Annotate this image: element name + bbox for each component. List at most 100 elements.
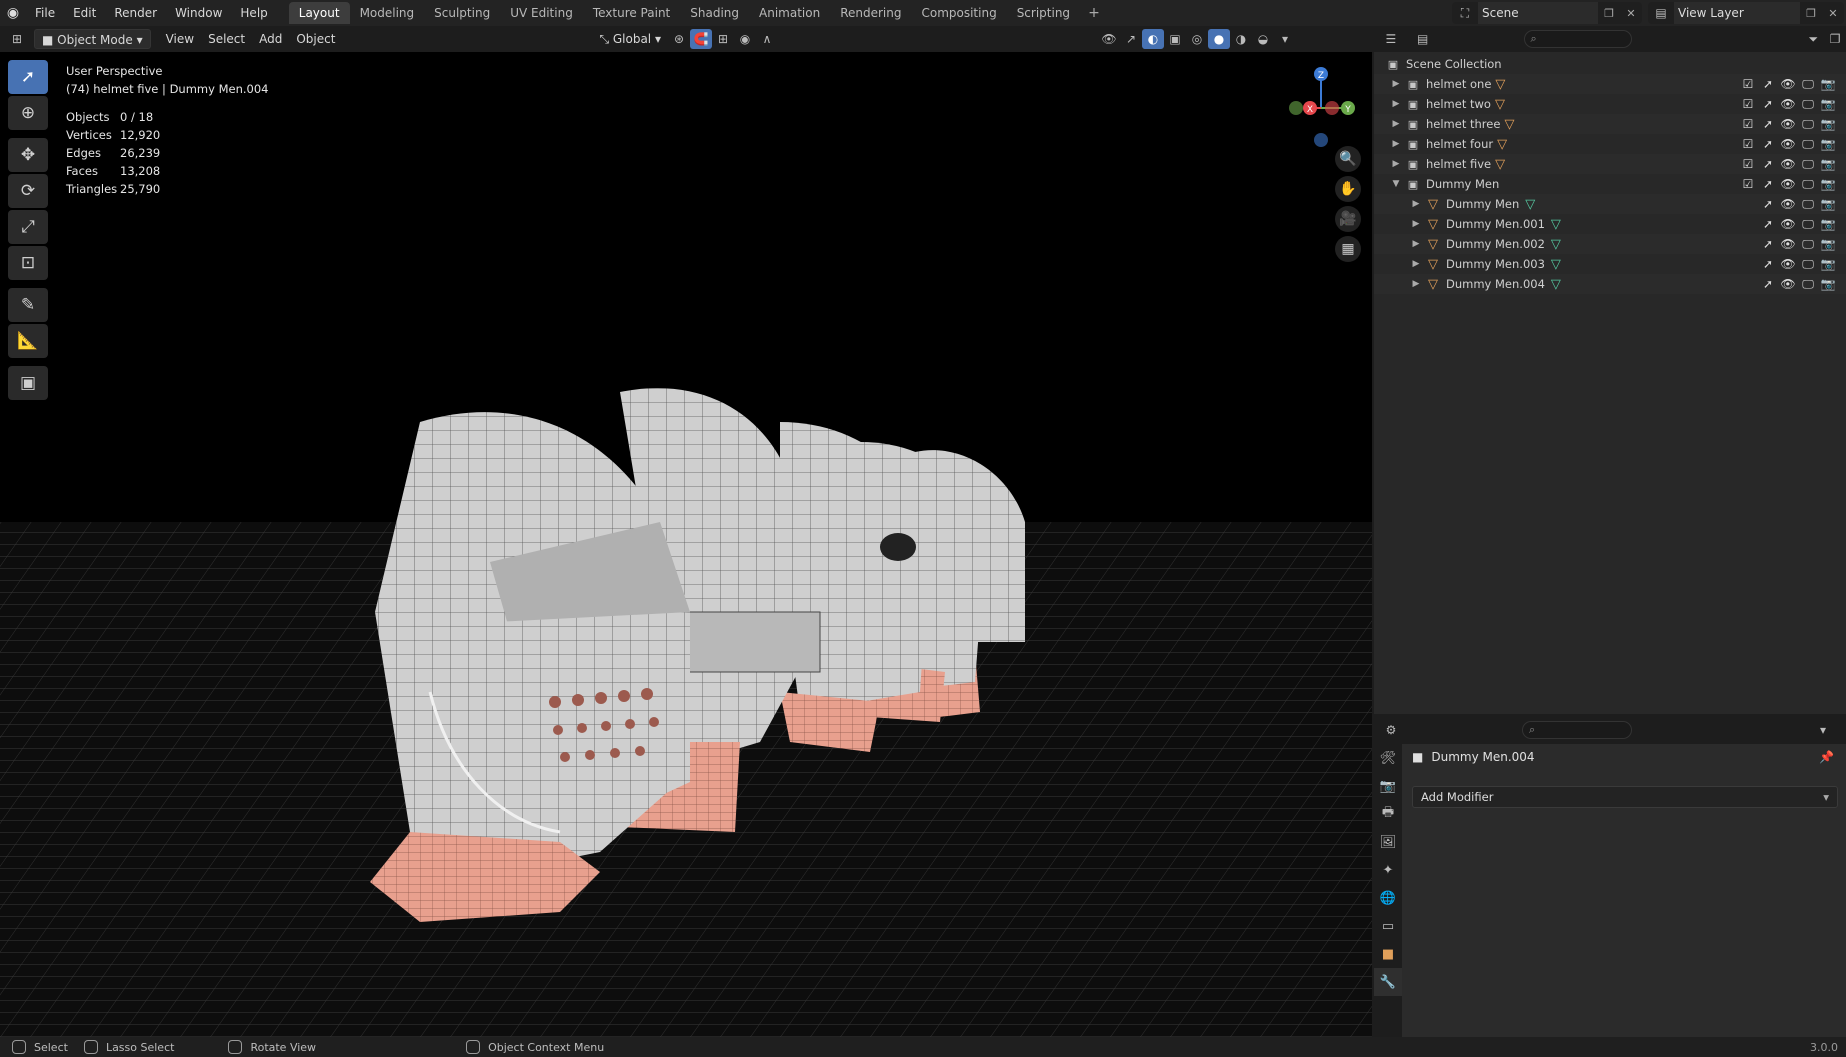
render-toggle-icon[interactable]: 📷: [1820, 197, 1836, 212]
wireframe-shading-icon[interactable]: ◎: [1186, 29, 1208, 49]
rendered-shading-icon[interactable]: ◒: [1252, 29, 1274, 49]
overlays-toggle-icon[interactable]: ◐: [1141, 29, 1164, 49]
viewport-toggle-icon[interactable]: 🖵: [1800, 217, 1816, 232]
eye-icon[interactable]: 👁: [1780, 237, 1796, 252]
navigation-gizmo[interactable]: Z Y X: [1280, 58, 1370, 148]
eye-icon[interactable]: 👁: [1780, 217, 1796, 232]
collapse-arrow-icon[interactable]: ▼: [1388, 179, 1404, 189]
outliner-row-dummy-men-004[interactable]: ▶ ▽ Dummy Men.004 ▽ ➚ 👁 🖵 📷: [1374, 274, 1846, 294]
menu-object[interactable]: Object: [289, 29, 342, 49]
pivot-point-icon[interactable]: ⊛: [668, 29, 690, 49]
outliner-search-input[interactable]: ⌕: [1523, 30, 1633, 48]
tab-animation[interactable]: Animation: [749, 2, 830, 24]
menu-render[interactable]: Render: [105, 0, 166, 26]
cursor-tool-icon[interactable]: ⊕: [8, 96, 48, 130]
select-toggle-icon[interactable]: ➚: [1760, 117, 1776, 132]
outliner-row-helmet-four[interactable]: ▶ ▣ helmet four ▽ ☑ ➚ 👁 🖵 📷: [1374, 134, 1846, 154]
view-layer-name-field[interactable]: View Layer: [1674, 2, 1800, 24]
render-toggle-icon[interactable]: 📷: [1820, 237, 1836, 252]
orientation-dropdown[interactable]: ⤡ Global ▾: [592, 29, 668, 49]
render-toggle-icon[interactable]: 📷: [1820, 157, 1836, 172]
expand-arrow-icon[interactable]: ▶: [1388, 139, 1404, 149]
properties-options-icon[interactable]: ▾: [1812, 720, 1834, 740]
xray-toggle-icon[interactable]: ▣: [1164, 29, 1186, 49]
select-toggle-icon[interactable]: ➚: [1760, 97, 1776, 112]
tab-texture-paint[interactable]: Texture Paint: [583, 2, 680, 24]
outliner-row-dummy-men-002[interactable]: ▶ ▽ Dummy Men.002 ▽ ➚ 👁 🖵 📷: [1374, 234, 1846, 254]
outliner-row-dummy-men-001[interactable]: ▶ ▽ Dummy Men.001 ▽ ➚ 👁 🖵 📷: [1374, 214, 1846, 234]
snap-target-icon[interactable]: ⊞: [712, 29, 734, 49]
eye-icon[interactable]: 👁: [1780, 157, 1796, 172]
tab-sculpting[interactable]: Sculpting: [424, 2, 500, 24]
viewport-toggle-icon[interactable]: 🖵: [1800, 277, 1816, 292]
viewport-toggle-icon[interactable]: 🖵: [1800, 77, 1816, 92]
scene-tab-icon[interactable]: ✦: [1374, 856, 1402, 884]
eye-icon[interactable]: 👁: [1780, 277, 1796, 292]
eye-icon[interactable]: 👁: [1780, 257, 1796, 272]
annotate-tool-icon[interactable]: ✎: [8, 288, 48, 322]
include-checkbox-icon[interactable]: ☑: [1740, 97, 1756, 112]
collection-tab-icon[interactable]: ▭: [1374, 912, 1402, 940]
delete-view-layer-icon[interactable]: ✕: [1822, 7, 1844, 20]
tab-scripting[interactable]: Scripting: [1007, 2, 1080, 24]
expand-arrow-icon[interactable]: ▶: [1408, 199, 1424, 209]
eye-icon[interactable]: 👁: [1780, 137, 1796, 152]
gizmo-neg-z-axis[interactable]: [1314, 133, 1328, 147]
outliner-row-helmet-three[interactable]: ▶ ▣ helmet three ▽ ☑ ➚ 👁 🖵 📷: [1374, 114, 1846, 134]
world-tab-icon[interactable]: 🌐: [1374, 884, 1402, 912]
add-workspace-button[interactable]: +: [1080, 5, 1108, 21]
add-cube-tool-icon[interactable]: ▣: [8, 366, 48, 400]
mode-dropdown[interactable]: ■ Object Mode ▾: [34, 29, 151, 49]
visibility-icon[interactable]: 👁: [1098, 29, 1120, 49]
tab-shading[interactable]: Shading: [680, 2, 749, 24]
shading-options-icon[interactable]: ▾: [1274, 29, 1296, 49]
include-checkbox-icon[interactable]: ☑: [1740, 117, 1756, 132]
include-checkbox-icon[interactable]: ☑: [1740, 77, 1756, 92]
rotate-tool-icon[interactable]: ⟳: [8, 174, 48, 208]
expand-arrow-icon[interactable]: ▶: [1408, 279, 1424, 289]
move-tool-icon[interactable]: ✥: [8, 138, 48, 172]
display-mode-icon[interactable]: ▤: [1412, 29, 1434, 49]
select-box-tool-icon[interactable]: ➚: [8, 60, 48, 94]
new-collection-icon[interactable]: ❐: [1824, 29, 1846, 49]
viewport-toggle-icon[interactable]: 🖵: [1800, 177, 1816, 192]
render-toggle-icon[interactable]: 📷: [1820, 117, 1836, 132]
render-toggle-icon[interactable]: 📷: [1820, 137, 1836, 152]
viewport-toggle-icon[interactable]: 🖵: [1800, 137, 1816, 152]
output-tab-icon[interactable]: 🖶: [1374, 800, 1402, 828]
menu-edit[interactable]: Edit: [64, 0, 105, 26]
blender-logo-icon[interactable]: ◉: [0, 0, 26, 26]
tab-compositing[interactable]: Compositing: [911, 2, 1006, 24]
viewport-toggle-icon[interactable]: 🖵: [1800, 97, 1816, 112]
expand-arrow-icon[interactable]: ▶: [1388, 99, 1404, 109]
include-checkbox-icon[interactable]: ☑: [1740, 137, 1756, 152]
viewport-toggle-icon[interactable]: 🖵: [1800, 197, 1816, 212]
scene-selector[interactable]: ⛶ Scene ❐ ✕: [1452, 2, 1642, 24]
view-layer-tab-icon[interactable]: 🖼: [1374, 828, 1402, 856]
expand-arrow-icon[interactable]: ▶: [1408, 259, 1424, 269]
viewport-toggle-icon[interactable]: 🖵: [1800, 157, 1816, 172]
render-toggle-icon[interactable]: 📷: [1820, 77, 1836, 92]
tab-uv-editing[interactable]: UV Editing: [500, 2, 583, 24]
transform-tool-icon[interactable]: ⊡: [8, 246, 48, 280]
new-scene-icon[interactable]: ❐: [1598, 7, 1620, 20]
measure-tool-icon[interactable]: 📐: [8, 324, 48, 358]
proportional-edit-icon[interactable]: ◉: [734, 29, 756, 49]
eye-icon[interactable]: 👁: [1780, 97, 1796, 112]
zoom-icon[interactable]: 🔍: [1335, 146, 1361, 172]
menu-file[interactable]: File: [26, 0, 64, 26]
tab-modeling[interactable]: Modeling: [350, 2, 425, 24]
render-toggle-icon[interactable]: 📷: [1820, 257, 1836, 272]
render-tab-icon[interactable]: 📷: [1374, 772, 1402, 800]
include-checkbox-icon[interactable]: ☑: [1740, 157, 1756, 172]
select-toggle-icon[interactable]: ➚: [1760, 237, 1776, 252]
render-toggle-icon[interactable]: 📷: [1820, 217, 1836, 232]
properties-search-input[interactable]: ⌕: [1522, 721, 1632, 739]
expand-arrow-icon[interactable]: ▶: [1408, 219, 1424, 229]
modifier-tab-icon[interactable]: 🔧: [1374, 968, 1402, 996]
select-toggle-icon[interactable]: ➚: [1760, 157, 1776, 172]
eye-icon[interactable]: 👁: [1780, 177, 1796, 192]
gizmo-neg-x-axis[interactable]: [1325, 101, 1339, 115]
tab-rendering[interactable]: Rendering: [830, 2, 911, 24]
render-toggle-icon[interactable]: 📷: [1820, 97, 1836, 112]
